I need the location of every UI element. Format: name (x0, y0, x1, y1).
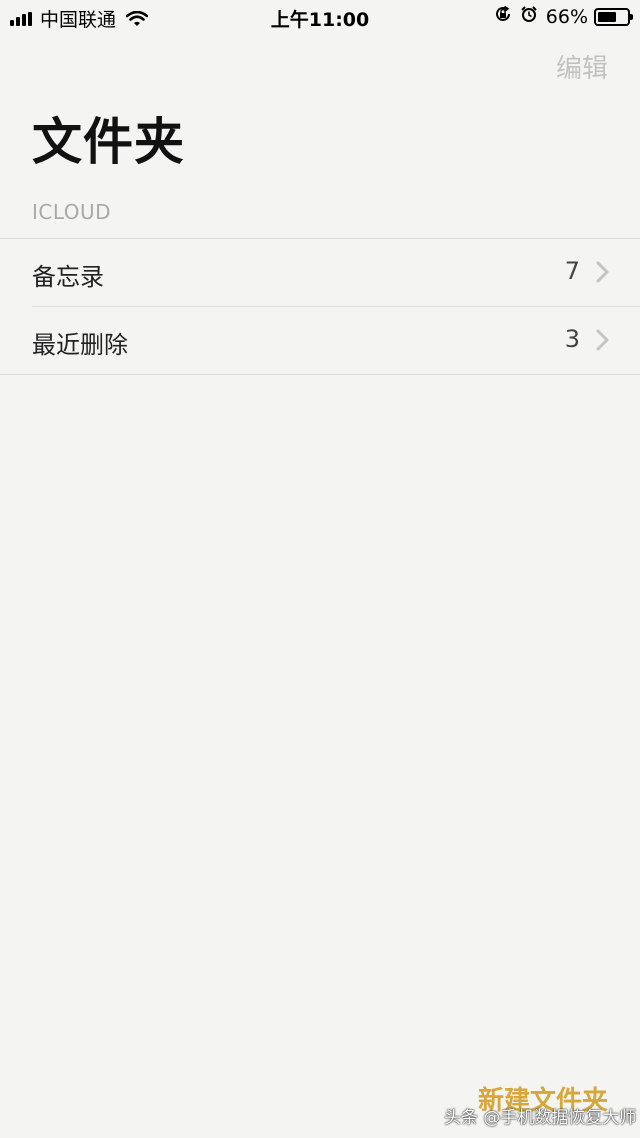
status-bar-right: 66% (494, 5, 633, 28)
folder-row-notes[interactable]: 备忘录 7 (0, 239, 640, 307)
folder-name: 最近删除 (32, 331, 128, 359)
status-bar: 中国联通 上午11:00 66% (0, 0, 640, 34)
alarm-icon (520, 5, 538, 28)
page-title: 文件夹 (32, 113, 185, 171)
folder-count: 3 (564, 325, 580, 353)
battery-icon (594, 7, 633, 26)
battery-percent: 66% (545, 5, 588, 28)
folder-name: 备忘录 (32, 263, 104, 291)
orientation-lock-icon (494, 5, 512, 28)
edit-button[interactable]: 编辑 (556, 48, 608, 85)
battery-fill (598, 11, 616, 22)
chevron-right-icon (596, 329, 609, 351)
watermark: 头条 @手机数据恢复大师 (444, 1108, 637, 1128)
folder-row-recently-deleted[interactable]: 最近删除 3 (0, 307, 640, 375)
folder-count: 7 (564, 257, 580, 285)
folder-list: 备忘录 7 最近删除 3 (0, 238, 640, 375)
chevron-right-icon (596, 261, 609, 283)
section-header-icloud: ICLOUD (32, 200, 112, 224)
